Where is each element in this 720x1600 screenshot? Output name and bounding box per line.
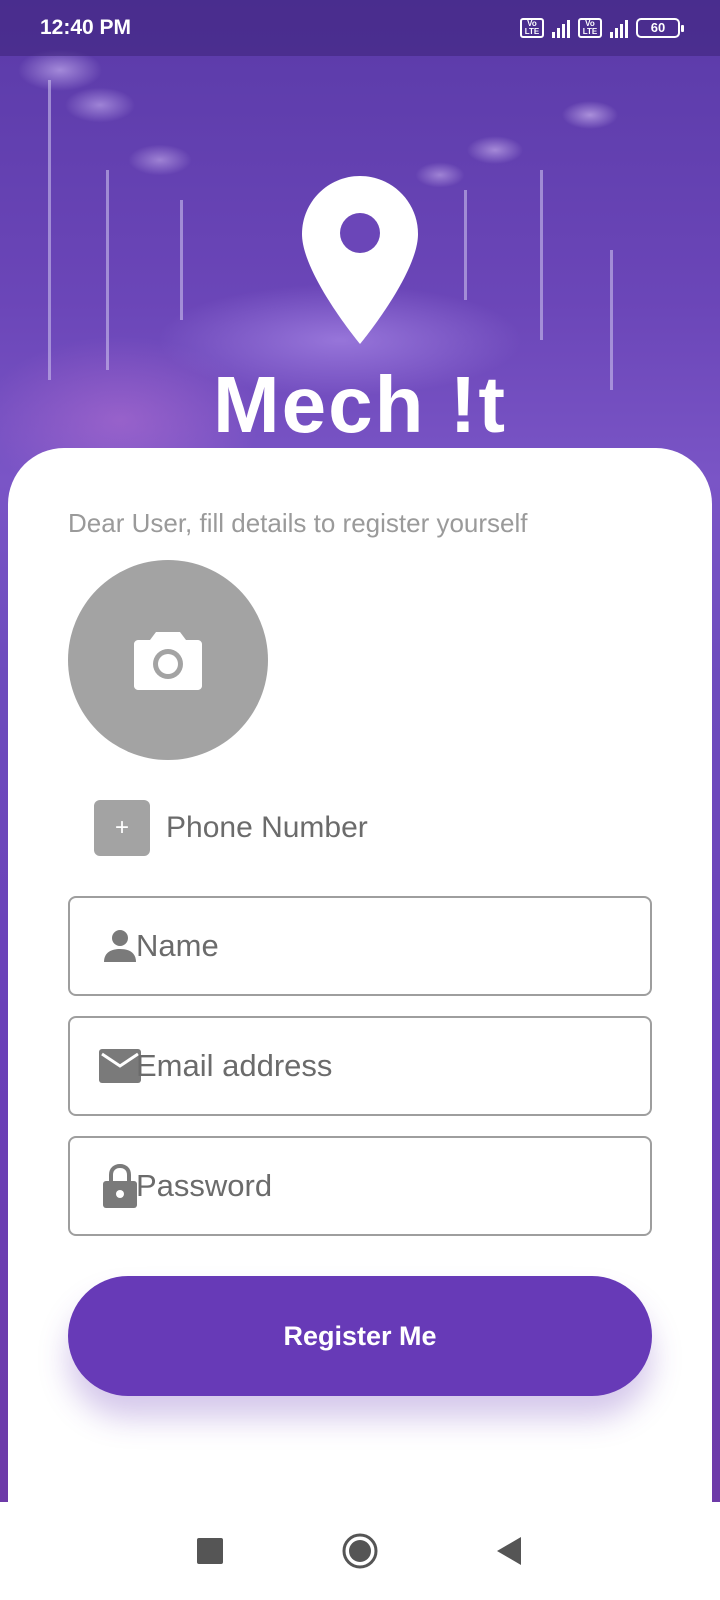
phone-number-input[interactable]: Phone Number (166, 811, 368, 845)
camera-icon (134, 632, 202, 690)
location-pin-icon (302, 176, 418, 344)
system-nav-bar (0, 1502, 720, 1600)
app-title: Mech !t (213, 360, 507, 449)
signal-icon (552, 18, 570, 38)
signal-icon (610, 18, 628, 38)
phone-number-row: + Phone Number (94, 800, 368, 856)
register-button[interactable]: Register Me (68, 1276, 652, 1396)
name-field[interactable]: Name (68, 896, 652, 996)
register-screen: 12:40 PM Vo LTE Vo LTE 60 Mech !t Dear U… (0, 0, 720, 1600)
back-triangle-icon[interactable] (490, 1531, 530, 1571)
volte-icon: Vo LTE (578, 18, 602, 38)
home-circle-icon[interactable] (340, 1531, 380, 1571)
status-bar: 12:40 PM Vo LTE Vo LTE 60 (0, 0, 720, 56)
form-instruction: Dear User, fill details to register your… (68, 508, 528, 538)
recents-square-icon[interactable] (190, 1531, 230, 1571)
email-placeholder: Email address (136, 1048, 333, 1083)
status-time: 12:40 PM (40, 16, 132, 39)
status-icons: Vo LTE Vo LTE 60 (520, 18, 684, 38)
email-field[interactable]: Email address (68, 1016, 652, 1116)
volte-icon: Vo LTE (520, 18, 544, 38)
profile-photo-picker[interactable] (68, 560, 268, 760)
country-code-button[interactable]: + (94, 800, 150, 856)
battery-icon: 60 (636, 18, 684, 38)
password-placeholder: Password (136, 1168, 273, 1203)
password-field[interactable]: Password (68, 1136, 652, 1236)
name-placeholder: Name (136, 928, 219, 963)
